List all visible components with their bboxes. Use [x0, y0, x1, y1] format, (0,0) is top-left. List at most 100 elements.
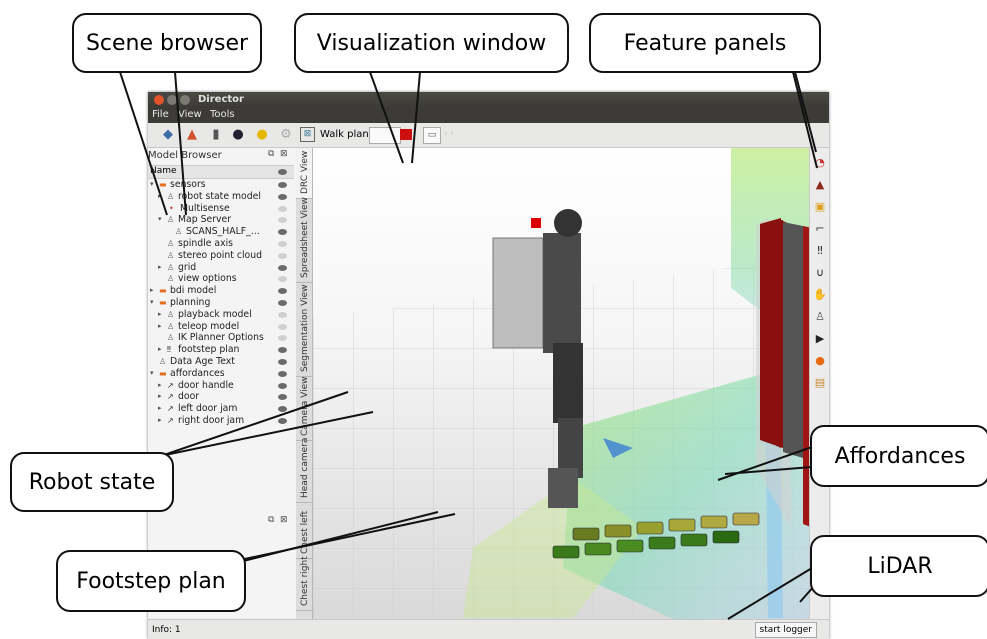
tree-item[interactable]: ♙ IK Planner Options [148, 332, 294, 343]
footsteps-icon[interactable]: ‼ [813, 244, 827, 258]
tree-item[interactable]: ▸ ♙ grid [148, 262, 294, 273]
visibility-eye-icon[interactable] [278, 323, 287, 330]
tree-item[interactable]: ▸ ▬ bdi model [148, 285, 294, 296]
expand-arrow-icon[interactable]: ▸ [158, 415, 162, 426]
visibility-eye-icon[interactable] [278, 406, 287, 413]
expand-arrow-icon[interactable]: ▾ [158, 214, 162, 225]
visibility-eye-icon[interactable] [278, 347, 287, 354]
toolbar-overflow-icon[interactable]: › › [444, 129, 454, 139]
menu-view[interactable]: View [178, 109, 202, 120]
gripper-icon[interactable]: ∪ [813, 266, 827, 280]
tab-camera-view[interactable]: Camera View [296, 376, 312, 441]
tree-item[interactable]: • Multisense [148, 203, 294, 214]
title-bar: Director [148, 92, 829, 108]
tab-head-camera[interactable]: Head camera [296, 438, 312, 503]
panel-float-icon[interactable]: ⧉ [268, 149, 274, 159]
hand-icon[interactable]: ✋ [813, 288, 827, 302]
tab-segmentation-view[interactable]: Segmentation View [296, 282, 312, 377]
lightbulb-icon[interactable]: ● [254, 127, 270, 143]
tree-item[interactable]: ▾ ♙ Map Server [148, 214, 294, 225]
tree-item[interactable]: ▾ ▬ affordances [148, 368, 294, 379]
tree-item[interactable]: ♙ Data Age Text [148, 356, 294, 367]
visibility-eye-icon[interactable] [278, 394, 287, 401]
tree-column-header[interactable]: Name [148, 165, 294, 179]
tree-item[interactable]: ▾ ▬ planning [148, 297, 294, 308]
teleop-icon[interactable]: ♙ [813, 310, 827, 324]
matlab-icon[interactable]: ▲ [184, 127, 200, 143]
tree-item[interactable]: ▸ ♙ robot state model [148, 191, 294, 202]
tab-drc-view[interactable]: DRC View [296, 148, 312, 199]
visibility-eye-icon[interactable] [278, 418, 287, 424]
settings-icon[interactable]: ⚙ [278, 127, 294, 143]
tree-item[interactable]: ▸ ↗ right door jam [148, 415, 294, 426]
visibility-eye-icon[interactable] [278, 382, 287, 389]
tree-item[interactable]: ▾ ▬ sensors [148, 179, 294, 190]
expand-arrow-icon[interactable]: ▸ [158, 391, 162, 402]
expand-arrow-icon[interactable]: ▸ [158, 403, 162, 414]
maximize-window-button[interactable] [180, 95, 190, 105]
visibility-eye-icon[interactable] [278, 241, 287, 247]
expand-arrow-icon[interactable]: ▸ [158, 344, 162, 355]
tree-item[interactable]: ♙ view options [148, 273, 294, 284]
tab-chest-left[interactable]: Chest left [296, 502, 312, 559]
close-window-button[interactable] [154, 95, 164, 105]
visibility-eye-icon[interactable] [278, 182, 287, 188]
map-icon[interactable]: ▣ [813, 200, 827, 214]
expand-arrow-icon[interactable]: ▸ [158, 380, 162, 391]
gauge-icon[interactable]: ◔ [813, 156, 827, 170]
tab-chest-right[interactable]: Chest right [296, 556, 312, 611]
tree-item[interactable]: ▸ ↗ left door jam [148, 403, 294, 414]
expand-arrow-icon[interactable]: ▸ [150, 285, 154, 296]
expand-arrow-icon[interactable]: ▾ [150, 179, 154, 190]
visibility-eye-icon[interactable] [278, 252, 287, 259]
visibility-eye-icon[interactable] [278, 264, 287, 271]
menu-file[interactable]: File [152, 109, 169, 120]
tree-item[interactable]: ▸ ‼ footstep plan [148, 344, 294, 355]
visibility-eye-icon[interactable] [278, 229, 287, 236]
lower-panel-close-icon[interactable]: ⊠ [280, 515, 288, 525]
tree-item[interactable]: ♙ spindle axis [148, 238, 294, 249]
warning-icon[interactable]: ● [813, 354, 827, 368]
tree-item[interactable]: ▸ ♙ teleop model [148, 321, 294, 332]
visibility-eye-icon[interactable] [278, 370, 287, 377]
mortarboard-icon[interactable]: ▲ [813, 178, 827, 192]
visibility-eye-icon[interactable] [278, 288, 287, 295]
expand-arrow-icon[interactable]: ▾ [150, 297, 154, 308]
minimize-window-button[interactable] [167, 95, 177, 105]
notes-icon[interactable]: ▤ [813, 376, 827, 390]
visibility-eye-icon[interactable] [278, 217, 287, 224]
robot-arm-icon[interactable]: ⌐ [813, 222, 827, 236]
expand-arrow-icon[interactable]: ▸ [158, 321, 162, 332]
panel-close-icon[interactable]: ⊠ [280, 149, 288, 159]
walk-plan-options-button[interactable]: ▭ [423, 127, 441, 144]
visibility-eye-icon[interactable] [278, 311, 287, 318]
visibility-eye-icon[interactable] [278, 335, 287, 342]
python-icon[interactable]: ◆ [160, 127, 176, 143]
visualization-viewport[interactable] [313, 148, 809, 619]
expand-arrow-icon[interactable]: ▸ [158, 309, 162, 320]
menu-bar: File View Tools [148, 108, 829, 123]
visibility-eye-icon[interactable] [278, 193, 287, 200]
camera-lens-icon[interactable]: ● [230, 127, 246, 143]
tree-item[interactable]: ▸ ↗ door handle [148, 380, 294, 391]
tab-spreadsheet-view[interactable]: Spreadsheet View [296, 197, 312, 283]
tree-item[interactable]: ♙ SCANS_HALF_... [148, 226, 294, 237]
tree-item[interactable]: ▸ ♙ playback model [148, 309, 294, 320]
visibility-eye-icon[interactable] [278, 300, 287, 306]
tree-item[interactable]: ♙ stereo point cloud [148, 250, 294, 261]
expand-arrow-icon[interactable]: ▾ [150, 368, 154, 379]
visibility-eye-icon[interactable] [278, 276, 287, 283]
walk-plan-play-button[interactable] [369, 127, 401, 144]
visibility-eye-icon[interactable] [278, 205, 287, 212]
lower-panel-float-icon[interactable]: ⧉ [268, 515, 274, 525]
start-logger-button[interactable]: start logger [754, 622, 817, 638]
expand-arrow-icon[interactable]: ▸ [158, 191, 162, 202]
tree-item[interactable]: ▸ ↗ door [148, 391, 294, 402]
visibility-eye-icon[interactable] [278, 359, 287, 365]
camera-icon[interactable]: ▶ [813, 332, 827, 346]
reset-view-icon[interactable]: ⊠ [300, 127, 315, 142]
database-icon[interactable]: ▮ [208, 127, 224, 143]
expand-arrow-icon[interactable]: ▸ [158, 262, 162, 273]
menu-tools[interactable]: Tools [210, 109, 235, 120]
stop-icon[interactable] [400, 129, 412, 140]
